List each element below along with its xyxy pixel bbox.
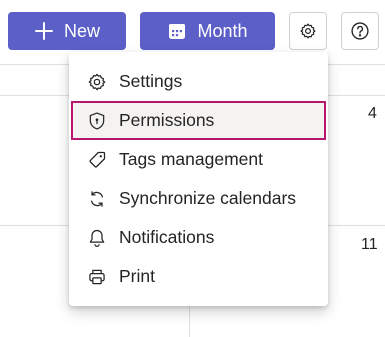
menu-item-print[interactable]: Print — [69, 257, 328, 296]
new-button-label: New — [63, 20, 100, 41]
month-button-label: Month — [197, 20, 248, 41]
sync-icon — [87, 189, 107, 209]
menu-item-label: Print — [119, 266, 155, 286]
menu-item-notifications[interactable]: Notifications — [69, 218, 328, 257]
menu-item-permissions[interactable]: Permissions — [71, 101, 326, 140]
gear-icon — [87, 72, 107, 92]
menu-item-label: Permissions — [119, 110, 215, 130]
tag-icon — [87, 150, 107, 170]
shield-icon — [87, 111, 107, 131]
calendar-icon — [167, 21, 187, 41]
day-number[interactable]: 4 — [368, 105, 377, 123]
menu-item-tags-management[interactable]: Tags management — [69, 140, 328, 179]
bell-icon — [87, 228, 107, 248]
settings-menu: Settings Permissions Tags management Syn… — [69, 52, 328, 306]
menu-item-label: Synchronize calendars — [119, 188, 297, 208]
menu-item-synchronize-calendars[interactable]: Synchronize calendars — [69, 179, 328, 218]
month-view-button[interactable]: Month — [140, 12, 275, 50]
menu-item-label: Tags management — [119, 149, 263, 169]
gear-icon — [299, 22, 317, 40]
day-number[interactable]: 11 — [361, 236, 378, 254]
plus-icon — [34, 21, 54, 41]
new-button[interactable]: New — [8, 12, 126, 50]
menu-item-label: Settings — [119, 71, 183, 91]
menu-item-label: Notifications — [119, 227, 215, 247]
menu-item-settings[interactable]: Settings — [69, 62, 328, 101]
settings-button[interactable] — [289, 12, 327, 50]
printer-icon — [87, 267, 107, 287]
help-button[interactable] — [341, 12, 379, 50]
question-icon — [350, 21, 370, 41]
